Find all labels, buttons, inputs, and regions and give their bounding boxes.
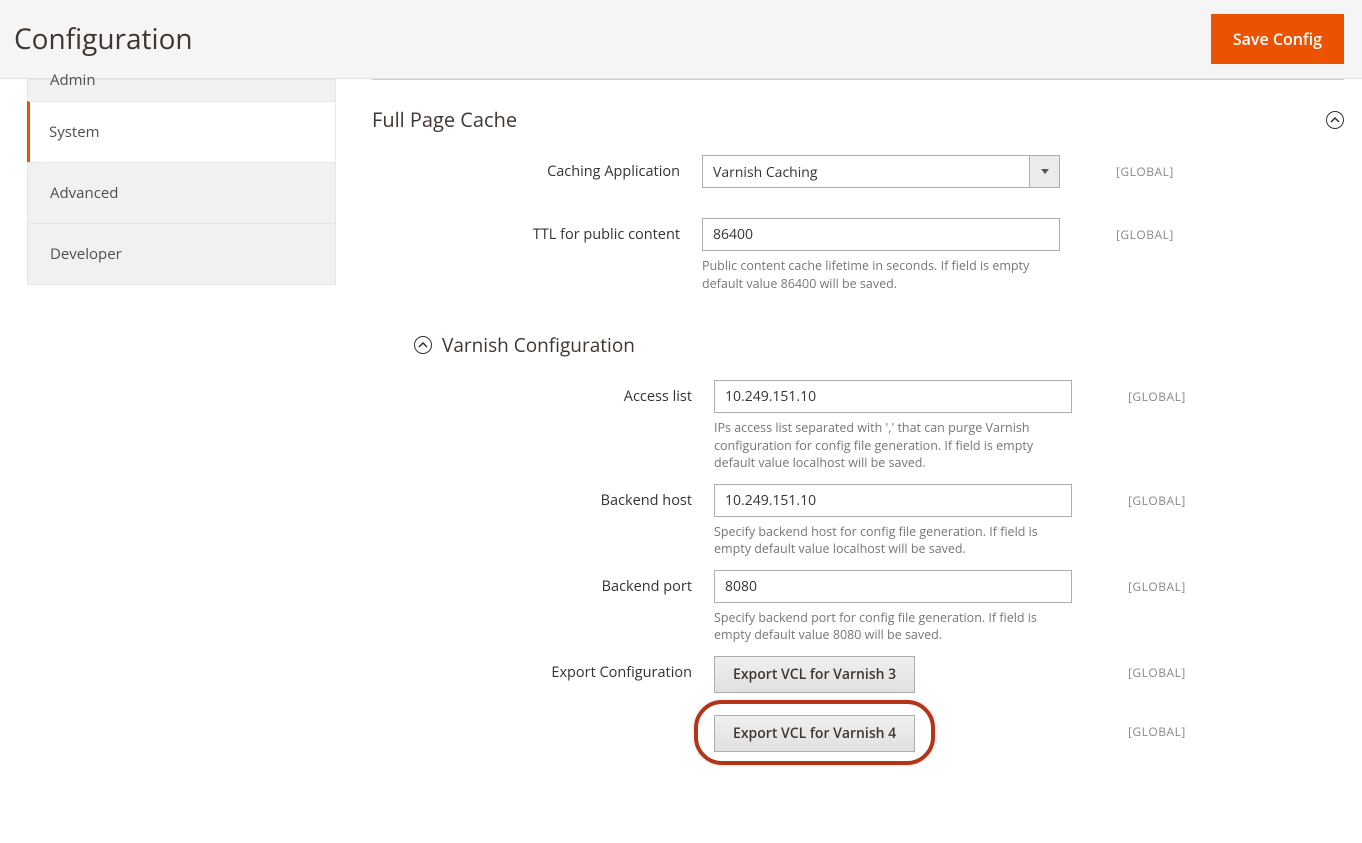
select-caching-application[interactable]: Varnish Caching <box>702 155 1060 188</box>
sidebar-item-label: Admin <box>50 70 96 90</box>
sidebar-item-label: Advanced <box>50 183 118 203</box>
input-access-list[interactable] <box>714 380 1072 413</box>
input-ttl[interactable] <box>702 218 1060 251</box>
label-access-list: Access list <box>372 380 714 406</box>
scope-label: [GLOBAL] <box>1072 715 1186 740</box>
input-backend-port[interactable] <box>714 570 1072 603</box>
label-backend-host: Backend host <box>372 484 714 510</box>
subsection-header-varnish[interactable]: Varnish Configuration <box>372 304 1344 380</box>
row-export-v4: Export VCL for Varnish 4 [GLOBAL] <box>372 715 1344 752</box>
caret-down-icon <box>1029 156 1059 187</box>
divider <box>372 79 1344 80</box>
sidebar-item-label: Developer <box>50 244 122 264</box>
section-header-full-page-cache[interactable]: Full Page Cache <box>372 102 1344 155</box>
label-backend-port: Backend port <box>372 570 714 596</box>
sidebar-item-admin[interactable]: Admin <box>27 79 336 101</box>
scope-label: [GLOBAL] <box>1072 656 1186 681</box>
row-backend-port: Backend port Specify backend port for co… <box>372 570 1344 644</box>
main-panel: Full Page Cache Caching Application Varn… <box>336 79 1362 812</box>
highlight-export-v4: Export VCL for Varnish 4 <box>714 715 915 752</box>
row-access-list: Access list IPs access list separated wi… <box>372 380 1344 472</box>
row-caching-application: Caching Application Varnish Caching [GLO… <box>372 155 1344 188</box>
export-vcl-varnish-4-button[interactable]: Export VCL for Varnish 4 <box>714 715 915 752</box>
note-backend-host: Specify backend host for config file gen… <box>714 523 1072 558</box>
section-title: Full Page Cache <box>372 106 517 133</box>
label-empty <box>372 715 714 722</box>
label-caching-application: Caching Application <box>372 155 702 181</box>
sidebar-item-developer[interactable]: Developer <box>27 223 336 285</box>
sidebar-item-advanced[interactable]: Advanced <box>27 162 336 223</box>
scope-label: [GLOBAL] <box>1072 380 1186 405</box>
chevron-up-icon <box>414 336 432 354</box>
row-backend-host: Backend host Specify backend host for co… <box>372 484 1344 558</box>
sidebar-item-label: System <box>49 122 100 142</box>
row-export-v3: Export Configuration Export VCL for Varn… <box>372 656 1344 693</box>
save-config-button[interactable]: Save Config <box>1211 14 1344 64</box>
label-export: Export Configuration <box>372 656 714 682</box>
scope-label: [GLOBAL] <box>1072 484 1186 509</box>
label-ttl: TTL for public content <box>372 218 702 244</box>
note-backend-port: Specify backend port for config file gen… <box>714 609 1072 644</box>
scope-label: [GLOBAL] <box>1060 218 1174 243</box>
page-title: Configuration <box>14 20 193 58</box>
chevron-up-icon <box>1326 111 1344 129</box>
note-ttl: Public content cache lifetime in seconds… <box>702 257 1060 292</box>
scope-label: [GLOBAL] <box>1072 570 1186 595</box>
subsection-title: Varnish Configuration <box>442 332 635 358</box>
page-header: Configuration Save Config <box>0 0 1362 79</box>
row-ttl: TTL for public content Public content ca… <box>372 218 1344 292</box>
select-value: Varnish Caching <box>703 156 1029 187</box>
content: Admin System Advanced Developer Full Pag… <box>0 79 1362 812</box>
note-access-list: IPs access list separated with ',' that … <box>714 419 1072 472</box>
export-vcl-varnish-3-button[interactable]: Export VCL for Varnish 3 <box>714 656 915 693</box>
sidebar: Admin System Advanced Developer <box>0 79 336 812</box>
input-backend-host[interactable] <box>714 484 1072 517</box>
sidebar-item-system[interactable]: System <box>27 101 336 162</box>
scope-label: [GLOBAL] <box>1060 155 1174 180</box>
